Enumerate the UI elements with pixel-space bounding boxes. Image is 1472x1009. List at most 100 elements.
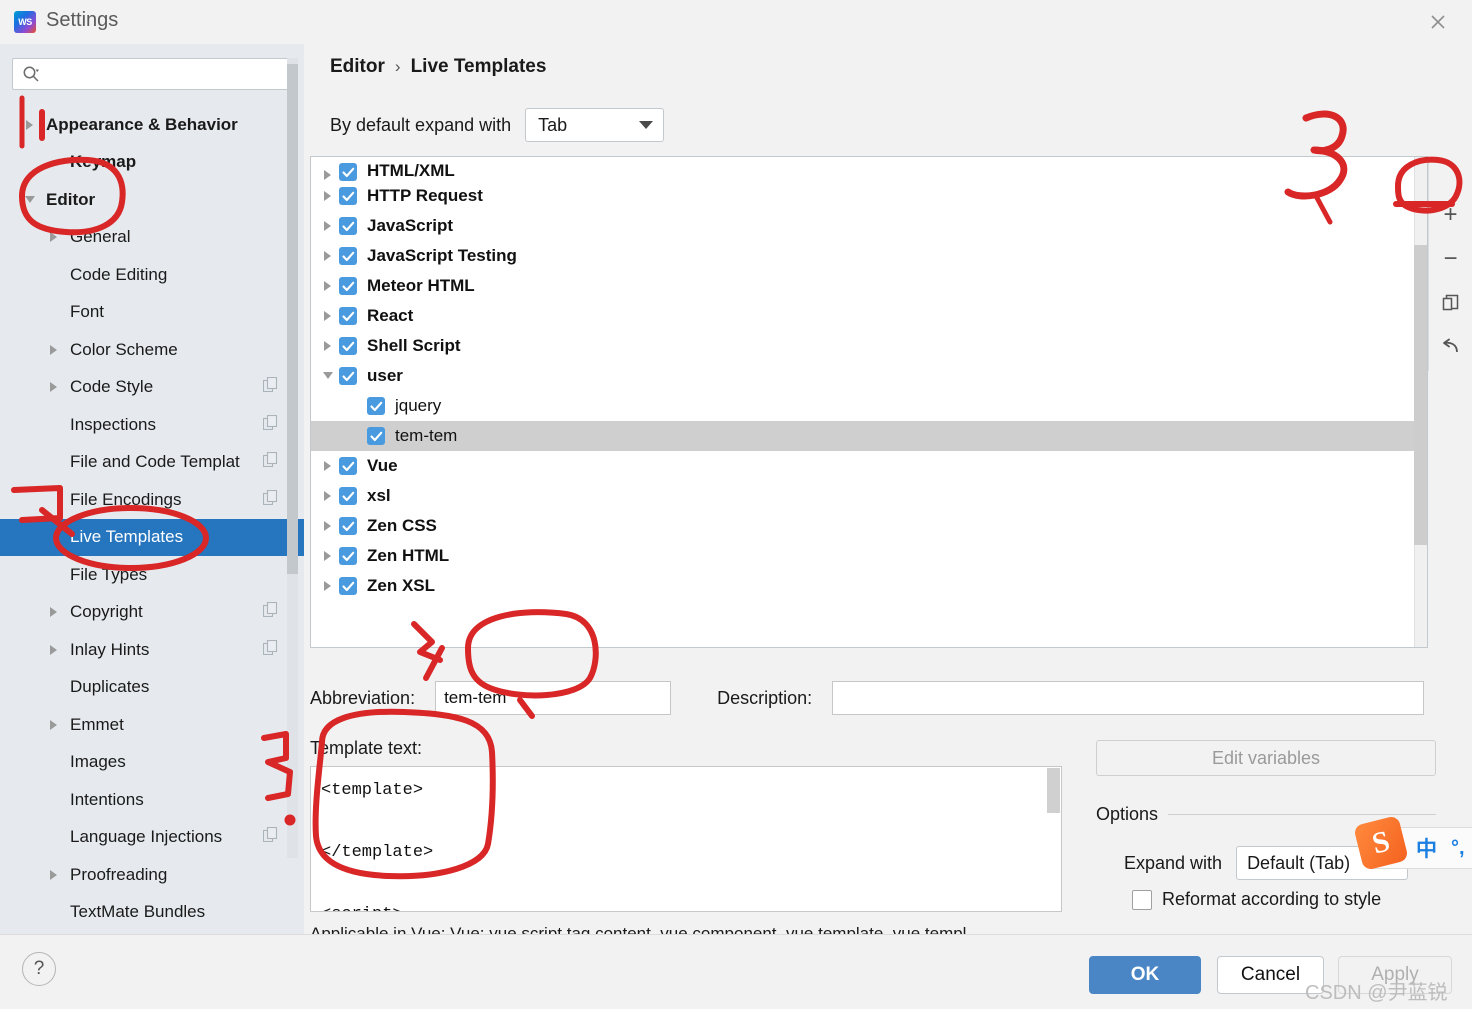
sidebar-item-file-and-code-templat[interactable]: File and Code Templat [0, 444, 304, 482]
template-row-tem-tem[interactable]: tem-tem [311, 421, 1427, 451]
template-checkbox[interactable] [339, 517, 357, 535]
sidebar-item-intentions[interactable]: Intentions [0, 781, 304, 819]
sidebar-scrollbar-thumb[interactable] [287, 64, 298, 574]
description-input[interactable] [832, 681, 1425, 715]
template-row-zen-css[interactable]: Zen CSS [311, 511, 1427, 541]
sidebar-item-font[interactable]: Font [0, 294, 304, 332]
sidebar-item-file-types[interactable]: File Types [0, 556, 304, 594]
default-expand-select[interactable]: Tab [525, 108, 665, 142]
template-row-jquery[interactable]: jquery [311, 391, 1427, 421]
sidebar-item-color-scheme[interactable]: Color Scheme [0, 331, 304, 369]
sidebar-item-images[interactable]: Images [0, 744, 304, 782]
chevron-right-icon[interactable] [317, 310, 339, 322]
copy-settings-icon[interactable] [262, 602, 278, 622]
sidebar-item-live-templates[interactable]: Live Templates [0, 518, 304, 556]
chevron-right-icon[interactable] [46, 342, 62, 358]
template-text-editor[interactable]: <template> </template> <script> [310, 766, 1062, 912]
edit-variables-button[interactable]: Edit variables [1096, 740, 1436, 776]
ime-punctuation-toggle[interactable]: °, [1451, 837, 1465, 860]
template-checkbox[interactable] [339, 247, 357, 265]
template-row-javascript-testing[interactable]: JavaScript Testing [311, 241, 1427, 271]
template-checkbox[interactable] [339, 163, 357, 181]
copy-settings-icon[interactable] [262, 489, 278, 510]
template-checkbox[interactable] [367, 427, 385, 445]
remove-template-button[interactable]: − [1438, 246, 1464, 272]
chevron-right-icon[interactable] [317, 550, 339, 562]
sidebar-item-editor[interactable]: Editor [0, 181, 304, 219]
chevron-right-icon[interactable] [317, 280, 339, 292]
sidebar-item-inspections[interactable]: Inspections [0, 406, 304, 444]
copy-settings-icon[interactable] [262, 639, 278, 660]
template-checkbox[interactable] [339, 367, 357, 385]
template-checkbox[interactable] [367, 397, 385, 415]
template-checkbox[interactable] [339, 547, 357, 565]
breadcrumb-root[interactable]: Editor [330, 56, 385, 78]
help-icon[interactable]: ? [22, 952, 56, 986]
chevron-right-icon[interactable] [317, 520, 339, 532]
chevron-right-icon[interactable] [317, 250, 339, 262]
sidebar-item-emmet[interactable]: Emmet [0, 706, 304, 744]
template-row-xsl[interactable]: xsl [311, 481, 1427, 511]
close-icon[interactable] [1422, 8, 1454, 36]
chevron-right-icon[interactable] [317, 580, 339, 592]
copy-settings-icon[interactable] [262, 827, 278, 847]
search-box[interactable] [12, 58, 292, 90]
template-row-react[interactable]: React [311, 301, 1427, 331]
chevron-right-icon[interactable] [317, 169, 339, 181]
template-row-user[interactable]: user [311, 361, 1427, 391]
chevron-right-icon[interactable] [22, 117, 38, 133]
copy-settings-icon[interactable] [262, 452, 278, 472]
live-templates-tree[interactable]: HTML/XML HTTP Request JavaScript JavaScript… [310, 156, 1428, 648]
template-checkbox[interactable] [339, 457, 357, 475]
chevron-right-icon[interactable] [317, 460, 339, 472]
sidebar-item-keymap[interactable]: Keymap [0, 144, 304, 182]
chevron-right-icon[interactable] [317, 220, 339, 232]
sidebar-item-copyright[interactable]: Copyright [0, 594, 304, 632]
chevron-right-icon[interactable] [46, 717, 62, 733]
template-row-html-xml[interactable]: HTML/XML [311, 157, 1427, 181]
duplicate-template-button[interactable] [1438, 290, 1464, 316]
copy-settings-icon[interactable] [262, 414, 278, 435]
template-checkbox[interactable] [339, 487, 357, 505]
settings-category-tree[interactable]: Appearance & Behavior Keymap Editor General… [0, 106, 304, 934]
template-row-shell-script[interactable]: Shell Script [311, 331, 1427, 361]
template-checkbox[interactable] [339, 277, 357, 295]
sidebar-item-duplicates[interactable]: Duplicates [0, 669, 304, 707]
template-text-scrollbar-thumb[interactable] [1047, 768, 1060, 813]
ime-mode-toggle[interactable]: 中 [1416, 833, 1437, 863]
sidebar-item-appearance-behavior[interactable]: Appearance & Behavior [0, 106, 304, 144]
add-template-button[interactable]: + [1438, 202, 1464, 228]
template-row-zen-html[interactable]: Zen HTML [311, 541, 1427, 571]
chevron-down-icon[interactable] [22, 192, 38, 208]
chevron-right-icon[interactable] [46, 229, 62, 245]
ok-button[interactable]: OK [1089, 956, 1201, 994]
template-checkbox[interactable] [339, 187, 357, 205]
templates-scrollbar-thumb[interactable] [1414, 245, 1427, 545]
sidebar-item-inlay-hints[interactable]: Inlay Hints [0, 631, 304, 669]
chevron-right-icon[interactable] [46, 379, 62, 395]
sidebar-item-file-encodings[interactable]: File Encodings [0, 481, 304, 519]
copy-settings-icon[interactable] [262, 377, 278, 397]
template-row-vue[interactable]: Vue [311, 451, 1427, 481]
abbreviation-input[interactable] [435, 681, 672, 715]
chevron-right-icon[interactable] [46, 642, 62, 658]
sidebar-item-code-editing[interactable]: Code Editing [0, 256, 304, 294]
chevron-right-icon[interactable] [46, 604, 62, 620]
sidebar-item-code-style[interactable]: Code Style [0, 369, 304, 407]
sidebar-item-language-injections[interactable]: Language Injections [0, 819, 304, 857]
search-input[interactable] [47, 65, 277, 83]
sidebar-item-proofreading[interactable]: Proofreading [0, 856, 304, 894]
revert-template-button[interactable] [1438, 334, 1464, 360]
template-checkbox[interactable] [339, 217, 357, 235]
sidebar-item-general[interactable]: General [0, 219, 304, 257]
template-row-meteor-html[interactable]: Meteor HTML [311, 271, 1427, 301]
template-checkbox[interactable] [339, 577, 357, 595]
template-row-http-request[interactable]: HTTP Request [311, 181, 1427, 211]
chevron-right-icon[interactable] [46, 867, 62, 883]
template-row-zen-xsl[interactable]: Zen XSL [311, 571, 1427, 601]
chevron-right-icon[interactable] [317, 190, 339, 202]
chevron-down-icon[interactable] [317, 371, 339, 381]
reformat-checkbox[interactable] [1132, 889, 1152, 910]
template-checkbox[interactable] [339, 307, 357, 325]
chevron-right-icon[interactable] [317, 490, 339, 502]
